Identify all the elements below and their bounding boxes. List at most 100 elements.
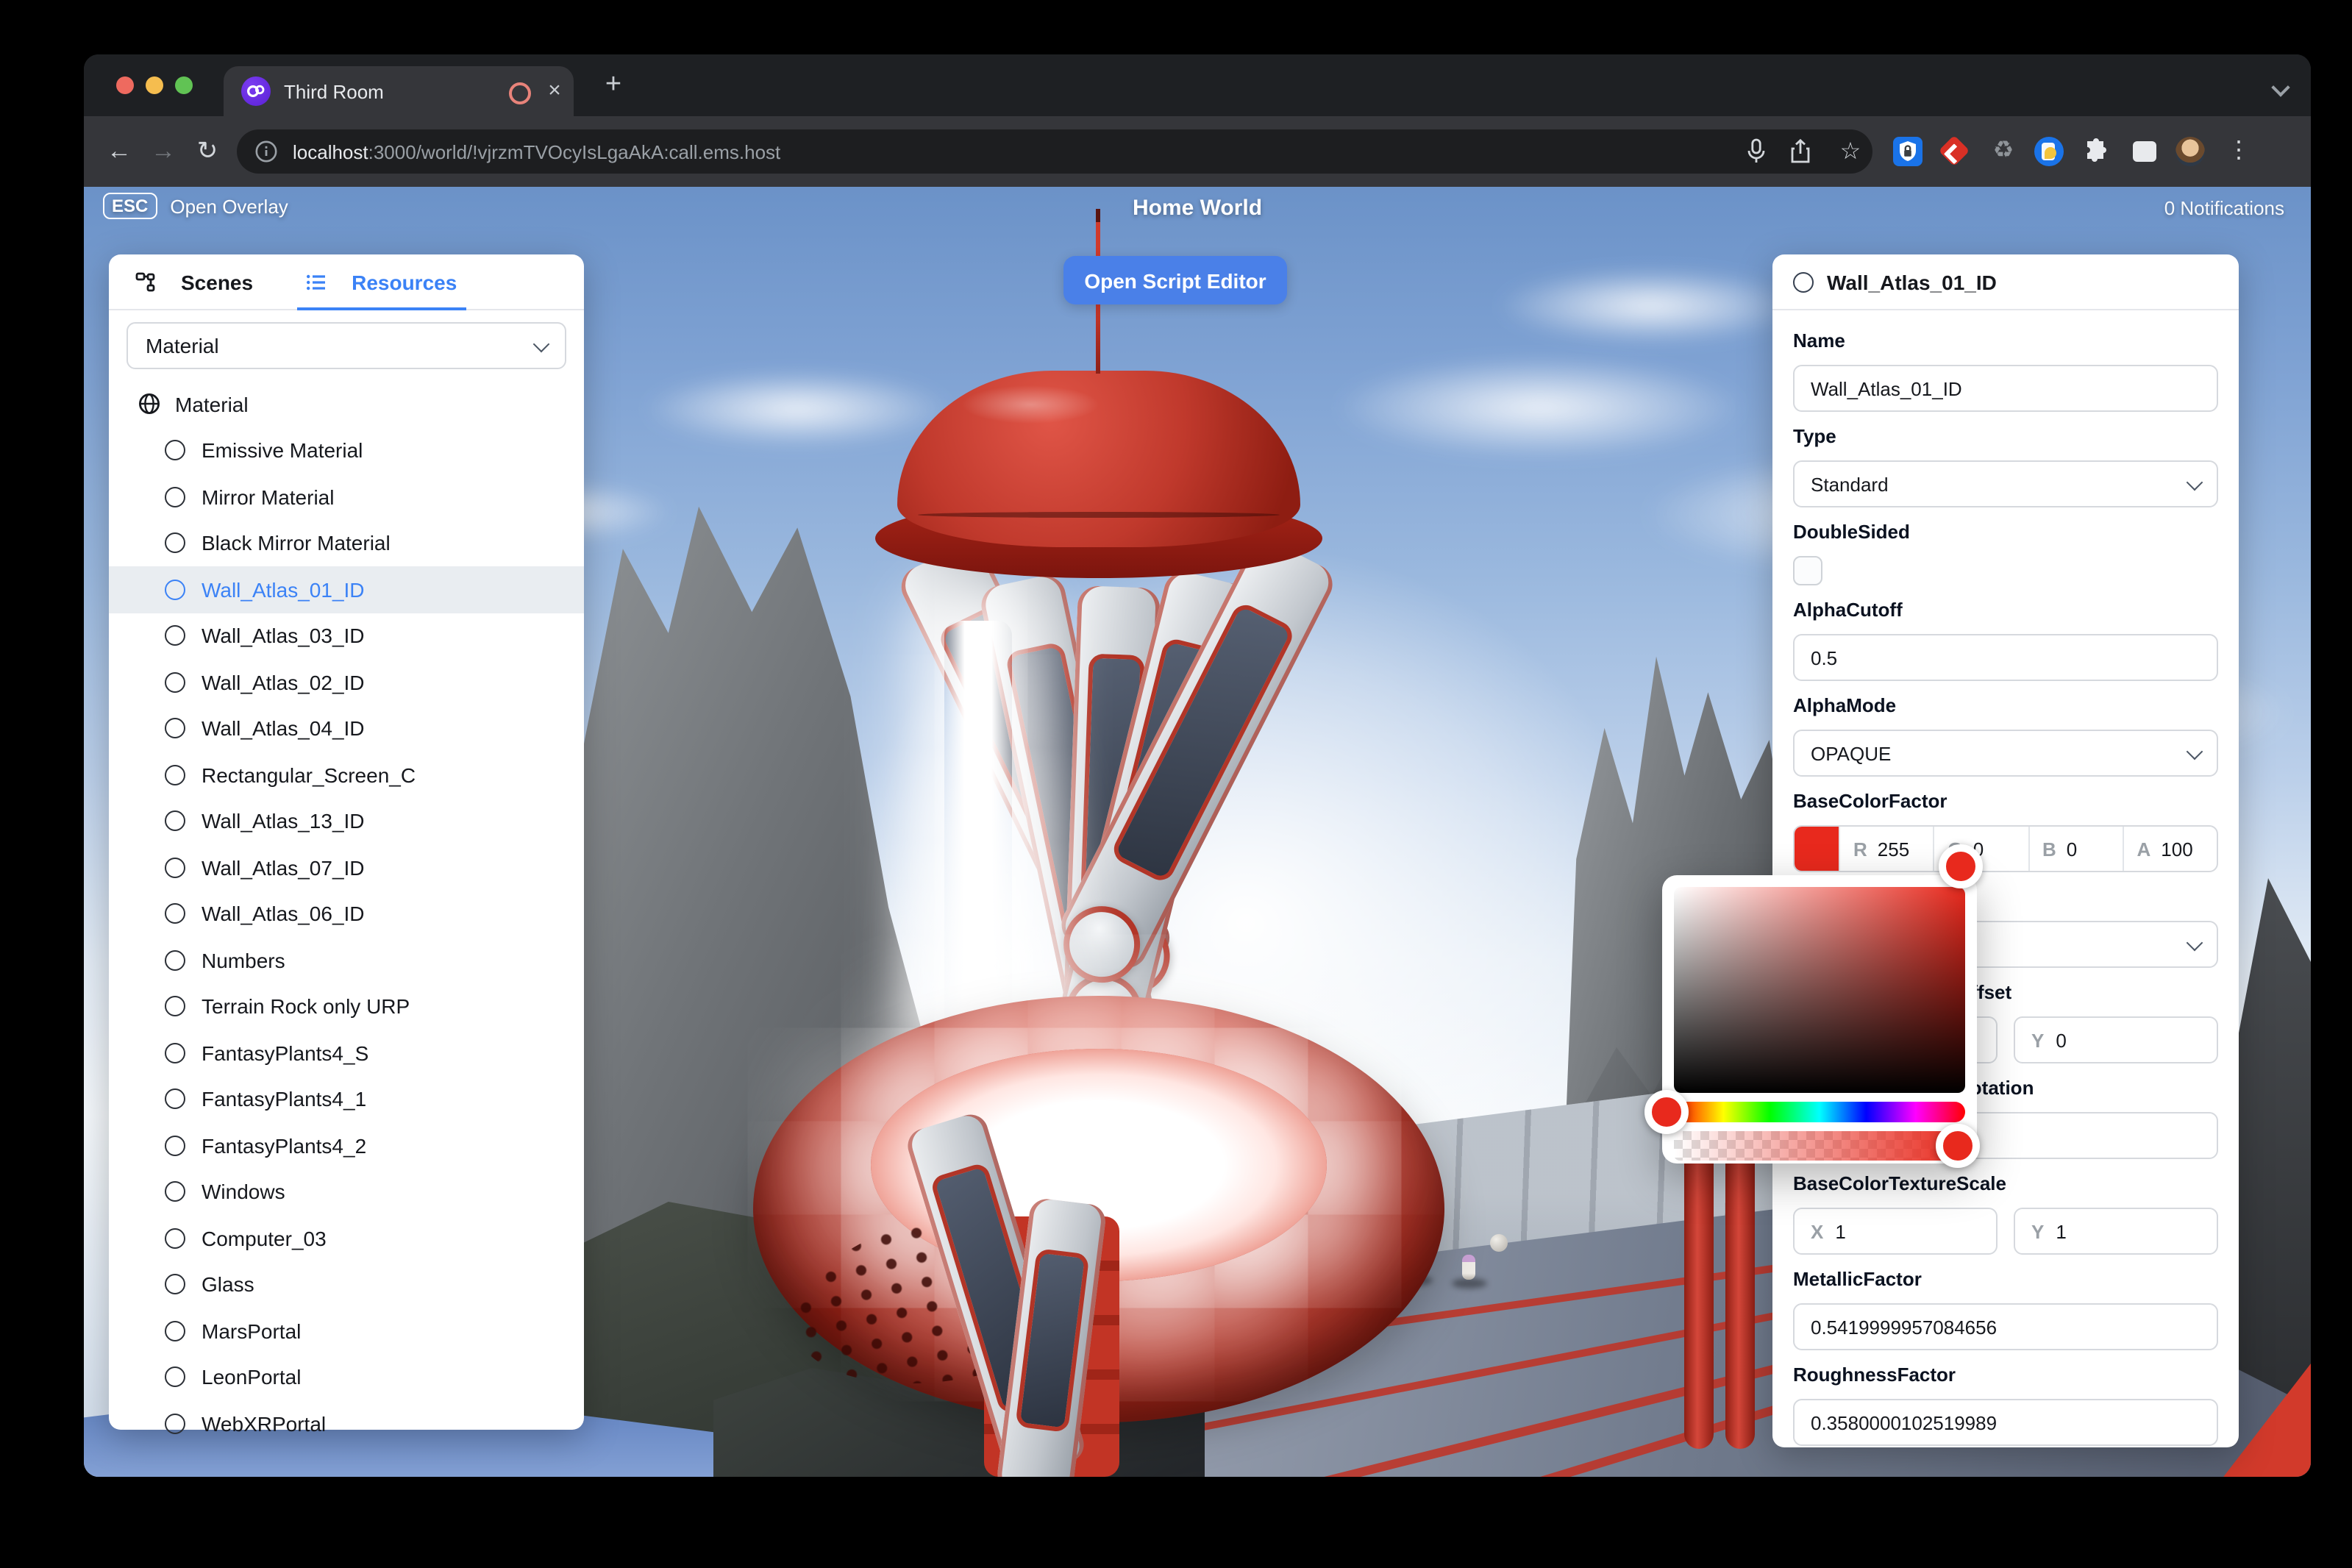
material-list-item[interactable]: WebXRPortal [109,1400,584,1447]
name-input[interactable]: Wall_Atlas_01_ID [1793,365,2218,412]
microphone-icon[interactable] [1740,138,1772,171]
material-list-item[interactable]: FantasyPlants4_S [109,1030,584,1076]
roughnessfactor-input[interactable]: 0.3580000102519989 [1793,1399,2218,1446]
material-list-item[interactable]: Wall_Atlas_02_ID [109,659,584,705]
material-list-item[interactable]: Computer_03 [109,1215,584,1261]
metallicfactor-input[interactable]: 0.5419999957084656 [1793,1303,2218,1350]
blue-channel-input[interactable]: B0 [2028,827,2123,871]
texture-scale-label: BaseColorTextureScale [1793,1171,2218,1196]
url-host: localhost [293,141,368,163]
alphamode-value: OPAQUE [1811,742,1891,764]
material-circle-icon [165,1367,185,1388]
material-circle-icon [1793,271,1814,292]
back-button[interactable]: ← [101,134,137,169]
alpha-slider[interactable] [1674,1131,1965,1161]
material-item-label: Wall_Atlas_04_ID [202,717,365,741]
tab-close-icon[interactable]: × [541,78,568,104]
tower-dome [897,371,1300,547]
alphamode-select[interactable]: OPAQUE [1793,730,2218,777]
panel-tabs: Scenes Resources [109,254,584,310]
material-list-item[interactable]: Wall_Atlas_06_ID [109,891,584,937]
open-script-editor-button[interactable]: Open Script Editor [1063,256,1287,304]
material-circle-icon [165,1136,185,1156]
scale-x-input[interactable]: X1 [1793,1208,1998,1255]
material-list-item[interactable]: Mirror Material [109,474,584,520]
saturation-handle[interactable] [1939,844,1983,888]
material-properties-panel: Wall_Atlas_01_ID Name Wall_Atlas_01_ID T… [1772,254,2239,1447]
browser-menu-icon[interactable]: ⋮ [2223,137,2255,169]
notifications-count[interactable]: 0 Notifications [2164,197,2284,219]
3d-viewport[interactable]: ESC Open Overlay Home World 0 Notificati… [84,187,2311,1477]
material-list-item[interactable]: FantasyPlants4_2 [109,1122,584,1169]
tree-root-material[interactable]: Material [109,381,584,427]
material-circle-icon [165,672,185,693]
red-channel-input[interactable]: R255 [1839,827,1934,871]
material-list-item[interactable]: Terrain Rock only URP [109,983,584,1030]
material-list-item[interactable]: Wall_Atlas_07_ID [109,844,584,891]
resource-tree: Material Emissive Material Mirror Materi… [109,381,584,1447]
basecolor-swatch[interactable] [1795,827,1839,871]
basecolorfactor-label: BaseColorFactor [1793,788,2218,813]
material-list-item[interactable]: FantasyPlants4_1 [109,1076,584,1122]
type-select[interactable]: Standard [1793,460,2218,507]
properties-title: Wall_Atlas_01_ID [1827,270,1997,293]
material-circle-icon [165,765,185,785]
material-list-item[interactable]: LeonPortal [109,1354,584,1400]
site-info-icon[interactable] [254,140,278,171]
window-close-button[interactable] [116,76,134,94]
metallicfactor-label: MetallicFactor [1793,1266,2218,1291]
hue-handle[interactable] [1644,1090,1689,1134]
forward-button[interactable]: → [146,134,181,169]
profile-avatar[interactable] [2175,137,2208,169]
tab-strip: Third Room × + [84,54,2311,116]
saturation-value-area[interactable] [1674,887,1965,1093]
share-icon[interactable] [1784,138,1817,171]
material-list-item[interactable]: Emissive Material [109,427,584,474]
bookmark-star-icon[interactable]: ☆ [1834,138,1867,171]
red-diamond-extension-icon[interactable] [1940,137,1973,169]
material-list-item[interactable]: Glass [109,1261,584,1308]
resource-type-select[interactable]: Material [126,322,566,369]
window-minimize-button[interactable] [146,76,163,94]
tab-resources[interactable]: Resources [306,254,457,309]
material-item-label: LeonPortal [202,1366,301,1389]
hue-slider[interactable] [1674,1102,1965,1122]
material-circle-icon [165,1321,185,1341]
tab-scenes[interactable]: Scenes [135,254,253,309]
recycle-extension-icon[interactable]: ♻ [1987,137,2020,169]
tab-resources-label: Resources [352,270,457,293]
browser-toolbar: ← → ↻ localhost:3000/world/!vjrzmTVOcyIs… [84,116,2311,187]
material-list-item[interactable]: Wall_Atlas_03_ID [109,613,584,659]
blue-circle-extension-icon[interactable] [2034,137,2067,169]
new-tab-button[interactable]: + [596,68,631,103]
material-circle-icon [165,904,185,924]
material-list-item[interactable]: Wall_Atlas_13_ID [109,798,584,844]
material-list-item[interactable]: MarsPortal [109,1308,584,1354]
chevron-down-icon [2187,935,2203,952]
material-circle-icon [165,1089,185,1110]
extensions-puzzle-icon[interactable] [2081,137,2114,169]
third-room-favicon-icon [241,76,271,106]
material-list-item[interactable]: Rectangular_Screen_C [109,752,584,798]
alphacutoff-input[interactable]: 0.5 [1793,634,2218,681]
address-bar[interactable]: localhost:3000/world/!vjrzmTVOcyIsLgaAkA… [237,129,1872,174]
material-list-item[interactable]: Numbers [109,937,584,983]
material-list-item[interactable]: Windows [109,1169,584,1215]
privacy-shield-extension-icon[interactable] [1893,137,1925,169]
window-zoom-button[interactable] [175,76,193,94]
reload-button[interactable]: ↻ [190,134,225,169]
scene-hierarchy-icon [135,271,156,292]
material-item-label: Mirror Material [202,485,334,509]
scale-y-input[interactable]: Y1 [2014,1208,2218,1255]
tab-search-chevron-icon[interactable] [2274,75,2287,101]
alpha-channel-input[interactable]: A100 [2123,827,2217,871]
material-list-item[interactable]: Wall_Atlas_04_ID [109,705,584,752]
browser-tab[interactable]: Third Room × [224,66,574,116]
material-list-item[interactable]: Black Mirror Material [109,520,584,566]
doublesided-checkbox[interactable] [1793,556,1822,585]
material-list-item[interactable]: Wall_Atlas_01_ID [109,566,584,613]
alpha-handle[interactable] [1936,1124,1980,1168]
side-panel-icon[interactable] [2128,137,2161,169]
resource-list-icon [306,271,327,292]
offset-y-input[interactable]: Y0 [2014,1016,2218,1063]
